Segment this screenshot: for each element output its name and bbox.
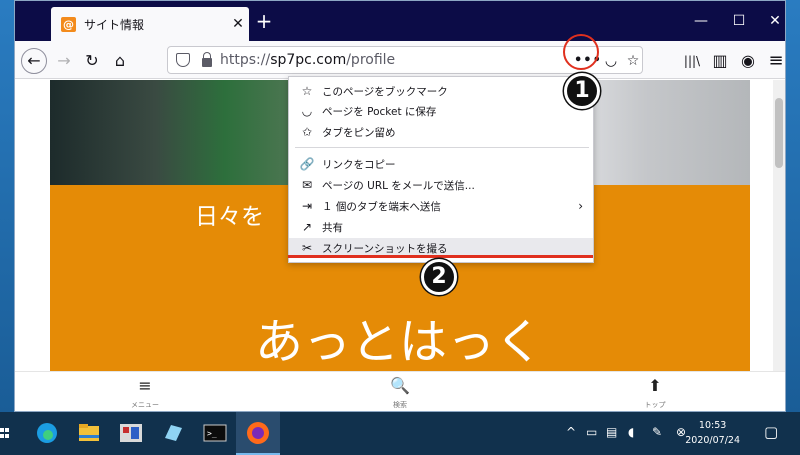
annotation-step-1-badge: 1: [564, 73, 600, 109]
clock-time: 10:53: [698, 420, 727, 431]
share-icon: ↗: [301, 220, 313, 234]
battery-icon[interactable]: ▭: [586, 425, 597, 439]
pin-icon: ✩: [301, 125, 313, 139]
bookmark-star-icon[interactable]: ☆: [622, 50, 644, 72]
menu-item-email-link[interactable]: ✉ ページの URL をメールで送信...: [289, 175, 593, 195]
url-path: /profile: [346, 52, 396, 68]
taskbar: >_ ^ ▭ ▤ ◖ ✎ ⊗ 10:53 2020/07/24 ▢: [0, 412, 800, 455]
terminal-icon[interactable]: >_: [202, 420, 228, 446]
tab-title: サイト情報: [84, 17, 145, 32]
menu-item-pin-tab[interactable]: ✩ タブをピン留め: [289, 122, 593, 142]
task-view-icon[interactable]: [0, 420, 10, 446]
menu-item-send-to-device[interactable]: ⇥ １ 個のタブを端末へ送信 ›: [289, 196, 593, 216]
network-icon[interactable]: ▤: [606, 425, 617, 439]
maximize-button[interactable]: ☐: [729, 13, 749, 29]
forward-button[interactable]: →: [51, 48, 77, 74]
tab-close-icon[interactable]: ✕: [227, 16, 249, 32]
menu-item-label: ページの URL をメールで送信...: [322, 179, 475, 192]
library-icon[interactable]: |||\: [679, 48, 705, 74]
tab-bar: @ サイト情報 ✕ + — ☐ ✕: [15, 1, 785, 41]
desktop-right: [786, 0, 800, 412]
arrow-up-icon: ⬆: [648, 376, 662, 395]
annotation-step-2-badge: 2: [421, 259, 457, 295]
menu-item-label: このページをブックマーク: [322, 85, 448, 98]
pocket-icon: ◡: [301, 104, 313, 118]
scroll-thumb[interactable]: [775, 98, 783, 168]
volume-icon[interactable]: ◖: [628, 425, 634, 439]
hamburger-menu-icon[interactable]: ≡: [763, 48, 785, 74]
menu-item-label: １ 個のタブを端末へ送信: [322, 200, 441, 213]
account-icon[interactable]: ◉: [735, 48, 761, 74]
menu-item-label: タブをピン留め: [322, 126, 396, 139]
edge-browser-icon[interactable]: [34, 420, 60, 446]
bottom-nav-bar: ≡ メニュー 🔍 検索 ⬆ トップ: [15, 371, 785, 411]
app-icon[interactable]: [118, 420, 144, 446]
menu-item-label: スクリーンショットを撮る: [322, 242, 448, 255]
mail-icon: ✉: [301, 178, 313, 192]
url-text[interactable]: https://sp7pc.com/profile: [220, 52, 395, 68]
home-button[interactable]: ⌂: [107, 48, 133, 74]
site-headline: あっとはっく: [255, 314, 544, 370]
url-host: sp7pc.com: [270, 52, 347, 68]
menu-item-copy-link[interactable]: 🔗 リンクをコピー: [289, 154, 593, 174]
pocket-icon[interactable]: ◡: [600, 50, 622, 72]
navigation-toolbar: ← → ↻ ⌂ https://sp7pc.com/profile ••• ◡ …: [15, 41, 785, 79]
bottom-nav-search[interactable]: 🔍 検索: [360, 376, 440, 410]
search-icon: 🔍: [390, 376, 410, 395]
scrollbar[interactable]: [773, 80, 785, 371]
svg-text:>_: >_: [207, 429, 217, 438]
highlight-underline: [288, 255, 593, 258]
send-to-device-icon: ⇥: [301, 199, 313, 213]
banner-text: 日々を: [195, 204, 264, 230]
site-favicon-icon: @: [61, 16, 76, 32]
desktop-left: [0, 0, 14, 412]
page-actions-menu: ☆ このページをブックマーク ◡ ページを Pocket に保存 ✩ タブをピン…: [288, 76, 594, 263]
menu-item-label: ページを Pocket に保存: [322, 105, 437, 118]
chevron-right-icon: ›: [578, 199, 583, 213]
back-button[interactable]: ←: [21, 48, 47, 74]
menu-icon: ≡: [138, 376, 152, 395]
link-icon: 🔗: [299, 157, 315, 171]
new-tab-button[interactable]: +: [253, 11, 275, 33]
pen-icon[interactable]: ✎: [652, 425, 662, 439]
screenshot-scissors-icon: ✂: [301, 241, 313, 255]
menu-item-label: 共有: [322, 221, 343, 234]
file-explorer-icon[interactable]: [76, 420, 102, 446]
minimize-button[interactable]: —: [691, 13, 711, 29]
lock-icon[interactable]: [202, 51, 212, 67]
menu-item-share[interactable]: ↗ 共有: [289, 217, 593, 237]
menu-item-label: リンクをコピー: [322, 158, 396, 171]
reload-button[interactable]: ↻: [79, 48, 105, 74]
url-prefix: https://: [220, 52, 271, 68]
sidebar-icon[interactable]: ▥: [707, 48, 733, 74]
app-icon[interactable]: [160, 420, 186, 446]
star-icon: ☆: [301, 84, 313, 98]
tab-site-info[interactable]: @ サイト情報 ✕: [51, 7, 249, 41]
bottom-nav-label: 検索: [393, 401, 407, 409]
bottom-nav-menu[interactable]: ≡ メニュー: [105, 376, 185, 410]
annotation-circle: [563, 34, 599, 70]
bottom-nav-top[interactable]: ⬆ トップ: [615, 376, 695, 410]
menu-item-pocket[interactable]: ◡ ページを Pocket に保存: [289, 101, 593, 121]
tray-overflow-icon[interactable]: ^: [566, 425, 576, 439]
clock-date: 2020/07/24: [685, 435, 740, 446]
menu-item-bookmark[interactable]: ☆ このページをブックマーク: [289, 81, 593, 101]
bottom-nav-label: メニュー: [131, 401, 159, 409]
menu-separator: [295, 147, 589, 148]
tracking-protection-shield-icon[interactable]: [176, 53, 190, 67]
action-center-icon[interactable]: ▢: [764, 423, 778, 441]
clock[interactable]: 10:53 2020/07/24: [685, 418, 740, 448]
close-window-button[interactable]: ✕: [765, 13, 785, 29]
bottom-nav-label: トップ: [644, 401, 666, 409]
firefox-taskbar-button[interactable]: [236, 412, 280, 455]
